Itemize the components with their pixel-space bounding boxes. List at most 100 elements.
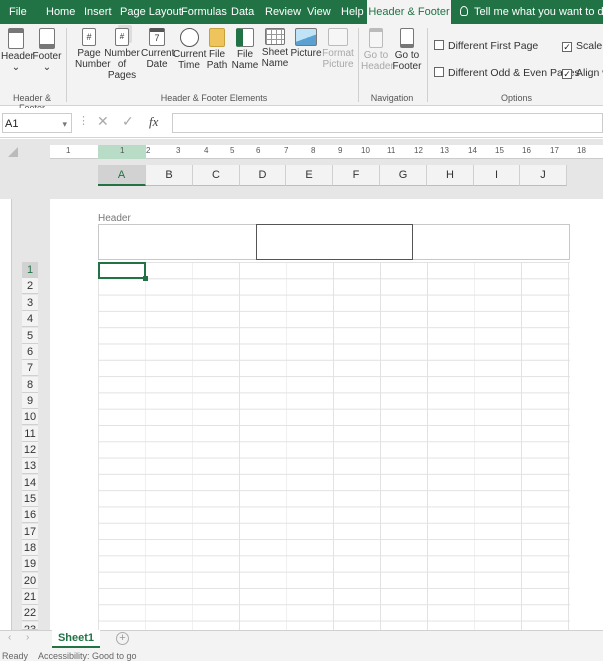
ruler-number: 7 xyxy=(284,146,289,155)
column-header-h[interactable]: H xyxy=(427,165,474,186)
row-header[interactable]: 10 xyxy=(22,409,38,425)
row-header[interactable]: 7 xyxy=(22,360,38,376)
row-header[interactable]: 11 xyxy=(22,426,38,442)
column-header-g[interactable]: G xyxy=(380,165,427,186)
add-sheet-icon[interactable]: + xyxy=(116,632,129,645)
go-to-footer-button[interactable]: Go to Footer xyxy=(392,28,422,72)
cancel-icon[interactable]: ✕ xyxy=(97,113,109,130)
row-header[interactable]: 23 xyxy=(22,622,38,630)
btn-label: Name xyxy=(231,60,259,71)
tab-page-layout[interactable]: Page Layout xyxy=(120,0,182,24)
divider xyxy=(66,28,67,102)
picture-button[interactable]: Picture xyxy=(290,28,322,59)
tab-view[interactable]: View xyxy=(307,0,331,24)
column-header-d[interactable]: D xyxy=(240,165,286,186)
row-header[interactable]: 20 xyxy=(22,573,38,589)
row-header[interactable]: 21 xyxy=(22,589,38,605)
tab-data[interactable]: Data xyxy=(231,0,254,24)
scroll-right-icon[interactable]: › xyxy=(26,632,29,643)
name-box-value: A1 xyxy=(5,118,19,130)
row-header[interactable]: 5 xyxy=(22,328,38,344)
column-header-c[interactable]: C xyxy=(193,165,240,186)
row-header[interactable]: 15 xyxy=(22,491,38,507)
tab-file[interactable]: File xyxy=(9,0,27,24)
header-left-section[interactable] xyxy=(99,225,256,259)
more-options-icon: ⋮ xyxy=(78,115,89,127)
row-header[interactable]: 4 xyxy=(22,311,38,327)
column-header-f[interactable]: F xyxy=(333,165,380,186)
checkmark-icon: ✓ xyxy=(562,69,572,79)
current-date-button[interactable]: 7 Current Date xyxy=(141,28,174,70)
row-header[interactable]: 9 xyxy=(22,393,38,409)
column-header-i[interactable]: I xyxy=(474,165,520,186)
row-header[interactable]: 13 xyxy=(22,458,38,474)
row-header[interactable]: 3 xyxy=(22,295,38,311)
number-of-pages-button[interactable]: # Number of Pages xyxy=(104,28,140,81)
btn-label: Picture xyxy=(322,59,354,70)
scale-with-document-checkbox[interactable]: ✓ Scale w xyxy=(562,40,603,52)
vertical-ruler xyxy=(0,199,12,630)
accessibility-status[interactable]: Accessibility: Good to go xyxy=(38,651,137,661)
active-cell-a1[interactable] xyxy=(98,262,148,281)
enter-icon[interactable]: ✓ xyxy=(122,113,134,130)
column-header-b[interactable]: B xyxy=(146,165,193,186)
page-layout-view: 1 1 2 3 4 5 6 7 8 9 10 11 12 13 14 15 16… xyxy=(0,139,603,630)
tab-help[interactable]: Help xyxy=(341,0,364,24)
status-bar: ‹ › Sheet1 + Ready Accessibility: Good t… xyxy=(0,630,603,661)
btn-label: Go to xyxy=(363,50,389,61)
tab-review[interactable]: Review xyxy=(265,0,301,24)
format-picture-icon xyxy=(328,28,348,46)
row-header[interactable]: 16 xyxy=(22,507,38,523)
footer-button[interactable]: Footer ⌄ xyxy=(32,28,62,73)
formula-input[interactable] xyxy=(172,113,603,133)
row-header[interactable]: 6 xyxy=(22,344,38,360)
go-to-header-button[interactable]: Go to Header xyxy=(361,28,394,72)
clock-icon xyxy=(179,28,199,47)
different-odd-even-checkbox[interactable]: Different Odd & Even Pages xyxy=(434,67,580,79)
column-header-a[interactable]: A xyxy=(98,165,146,186)
excel-file-icon xyxy=(236,28,254,47)
align-with-margins-checkbox[interactable]: ✓ Align w xyxy=(562,67,603,79)
scroll-left-icon[interactable]: ‹ xyxy=(8,632,11,643)
row-header[interactable]: 12 xyxy=(22,442,38,458)
horizontal-ruler: 1 1 2 3 4 5 6 7 8 9 10 11 12 13 14 15 16… xyxy=(50,145,603,159)
tab-insert[interactable]: Insert xyxy=(84,0,112,24)
different-first-page-checkbox[interactable]: Different First Page xyxy=(434,40,538,52)
select-all-corner[interactable] xyxy=(8,147,18,157)
header-icon xyxy=(8,28,24,49)
row-header[interactable]: 2 xyxy=(22,278,38,294)
file-name-button[interactable]: File Name xyxy=(231,28,259,71)
row-header[interactable]: 17 xyxy=(22,524,38,540)
name-box[interactable]: A1 ▾ xyxy=(2,113,72,133)
tab-header-footer[interactable]: Header & Footer xyxy=(367,0,451,24)
header-right-section[interactable] xyxy=(413,225,569,259)
cell-grid[interactable] xyxy=(98,262,570,630)
row-header[interactable]: 14 xyxy=(22,475,38,491)
row-header[interactable]: 8 xyxy=(22,377,38,393)
chevron-down-icon[interactable]: ▾ xyxy=(62,114,67,134)
column-header-e[interactable]: E xyxy=(286,165,333,186)
row-header[interactable]: 19 xyxy=(22,556,38,572)
sheet-tab-sheet1[interactable]: Sheet1 xyxy=(52,630,100,648)
ruler-number: 3 xyxy=(176,146,181,155)
row-header[interactable]: 1 xyxy=(22,262,38,278)
file-path-button[interactable]: File Path xyxy=(205,28,229,71)
tab-formulas[interactable]: Formulas xyxy=(181,0,227,24)
header-center-section[interactable] xyxy=(256,224,413,260)
insert-function-icon[interactable]: fx xyxy=(149,114,158,130)
tell-me-search[interactable]: Tell me what you want to do xyxy=(460,0,603,24)
row-header[interactable]: 22 xyxy=(22,605,38,621)
current-time-button[interactable]: Current Time xyxy=(173,28,206,71)
fill-handle[interactable] xyxy=(143,276,148,281)
group-label-navigation: Navigation xyxy=(370,93,414,103)
page-number-button[interactable]: # Page Number xyxy=(75,28,111,70)
format-picture-button[interactable]: Format Picture xyxy=(322,28,354,70)
tab-home[interactable]: Home xyxy=(46,0,75,24)
header-button[interactable]: Header ⌄ xyxy=(1,28,34,73)
row-header[interactable]: 18 xyxy=(22,540,38,556)
btn-label: Picture xyxy=(290,48,322,59)
column-header-j[interactable]: J xyxy=(520,165,567,186)
ribbon-tab-strip: File Home Insert Page Layout Formulas Da… xyxy=(0,0,603,24)
sheet-name-button[interactable]: Sheet Name xyxy=(260,28,290,69)
ruler-number: 9 xyxy=(338,146,343,155)
